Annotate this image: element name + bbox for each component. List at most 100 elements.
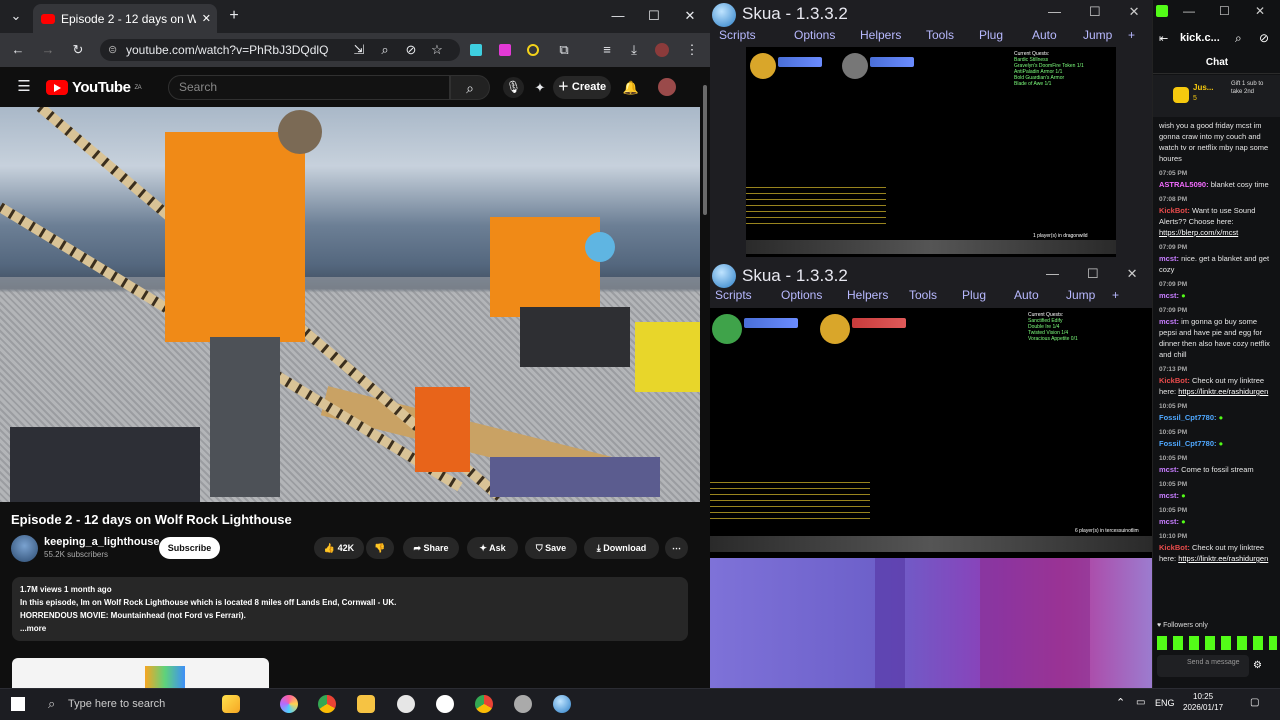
message-user[interactable]: mcst: (1159, 317, 1179, 326)
skua-top-menu-options[interactable]: Options (794, 28, 860, 46)
extension-icon-2[interactable] (499, 44, 511, 56)
kick-close-button[interactable]: ✕ (1255, 4, 1265, 18)
tab-search-icon[interactable]: ⌄ (6, 6, 26, 26)
site-info-icon[interactable]: ⊜ (108, 39, 117, 61)
back-button[interactable]: ← (8, 40, 28, 60)
skua-bottom-menu-plug[interactable]: Plug (962, 288, 1014, 306)
reload-button[interactable]: ↻ (68, 40, 88, 60)
like-button[interactable]: 👍 42K (314, 537, 364, 559)
zoom-icon[interactable]: ⌕ (375, 40, 395, 60)
youtube-account-avatar[interactable] (658, 78, 676, 96)
taskbar-app-icon-1[interactable] (280, 695, 298, 713)
skua-top-menu-jump[interactable]: Jump (1083, 28, 1128, 46)
network-icon[interactable]: ▭ (1136, 697, 1145, 708)
dislike-ghost-icon[interactable]: ✦ (530, 78, 550, 98)
close-window-button[interactable]: ✕ (680, 6, 700, 26)
skua-bottom-minimize-button[interactable]: — (1046, 266, 1059, 282)
game-view-bottom[interactable]: Current Quests: Sanctified Edify Double … (710, 308, 1152, 558)
install-icon[interactable]: ⇲ (349, 40, 369, 60)
show-more-link[interactable]: ...more (20, 622, 680, 635)
voice-search-microphone-icon[interactable]: 🎙 (503, 77, 524, 98)
taskbar-file-explorer-icon[interactable] (357, 695, 375, 713)
youtube-logo[interactable]: YouTube ZA (46, 79, 142, 96)
skua-top-maximize-button[interactable]: ☐ (1089, 4, 1101, 20)
skua-top-menu-helpers[interactable]: Helpers (860, 28, 926, 46)
emote-bar[interactable] (1157, 636, 1277, 650)
tray-overflow-icon[interactable]: ⌃ (1116, 696, 1125, 709)
skua-bottom-menu-helpers[interactable]: Helpers (847, 288, 909, 306)
message-user[interactable]: ASTRAL5090: (1159, 180, 1209, 189)
taskbar-search-input[interactable]: ⌕ Type here to search (40, 690, 218, 718)
skua-top-menu-plug[interactable]: Plug (979, 28, 1032, 46)
game-action-bar-bottom[interactable] (710, 536, 1152, 552)
taskbar-app-icon-2[interactable] (397, 695, 415, 713)
media-controls-icon[interactable]: ≡ (597, 40, 617, 60)
extension-icon-1[interactable] (470, 44, 482, 56)
message-user[interactable]: mcst: (1159, 517, 1179, 526)
skua-bottom-menu-tools[interactable]: Tools (909, 288, 962, 306)
chat-settings-icon[interactable]: ⚙ (1253, 660, 1262, 671)
taskbar-chrome-icon-2[interactable] (475, 695, 493, 713)
forward-button[interactable]: → (38, 40, 58, 60)
related-video-thumbnail[interactable] (12, 658, 269, 688)
download-button[interactable]: ⤓ Download (584, 537, 659, 559)
more-actions-button[interactable]: ⋯ (665, 537, 688, 559)
channel-avatar[interactable] (11, 535, 38, 562)
message-user[interactable]: mcst: (1159, 465, 1179, 474)
taskbar-skua-icon[interactable] (553, 695, 571, 713)
taskbar-app-icon-3[interactable] (436, 695, 454, 713)
scrollbar-thumb[interactable] (703, 85, 707, 215)
skua-bottom-menu-jump[interactable]: Jump (1066, 288, 1112, 306)
taskbar-settings-icon[interactable] (514, 695, 532, 713)
taskbar-chrome-icon[interactable] (318, 695, 336, 713)
skua-top-menu-scripts[interactable]: Scripts (719, 28, 794, 46)
skua-bottom-close-button[interactable]: ✕ (1127, 266, 1138, 282)
skua-top-menu-auto[interactable]: Auto (1032, 28, 1083, 46)
skua-top-menu-tools[interactable]: Tools (926, 28, 979, 46)
message-link[interactable]: https://blerp.com/x/mcst (1159, 228, 1238, 237)
windows-start-icon[interactable] (11, 697, 25, 711)
message-user[interactable]: mcst: (1159, 291, 1179, 300)
kick-eye-off-icon[interactable]: ⊘ (1259, 31, 1269, 45)
video-player[interactable] (0, 107, 700, 502)
message-user[interactable]: KickBot: (1159, 206, 1190, 215)
skua-top-menu-add[interactable]: + (1128, 28, 1135, 46)
language-indicator[interactable]: ENG (1155, 698, 1175, 708)
chrome-menu-icon[interactable]: ⋮ (682, 40, 702, 60)
video-description[interactable]: 1.7M views 1 month ago In this episode, … (12, 577, 688, 641)
subscribe-button[interactable]: Subscribe (159, 537, 220, 559)
share-button[interactable]: ➦ Share (403, 537, 459, 559)
create-button[interactable]: ＋ Create (553, 76, 611, 99)
message-link[interactable]: https://linktr.ee/rashidurgen (1178, 387, 1268, 396)
notifications-bell-icon[interactable]: 🔔 (621, 78, 641, 98)
youtube-search-input[interactable]: Search (168, 75, 450, 100)
skua-bottom-menu-add[interactable]: + (1112, 288, 1119, 306)
skua-top-close-button[interactable]: ✕ (1129, 4, 1140, 20)
eye-off-icon[interactable]: ⊘ (401, 40, 421, 60)
message-user[interactable]: Fossil_Cpt7780: (1159, 439, 1217, 448)
message-user[interactable]: mcst: (1159, 491, 1179, 500)
save-button[interactable]: ⛉ Save (525, 537, 577, 559)
notifications-icon[interactable]: ▢ (1250, 697, 1259, 708)
chat-message-input[interactable]: Send a message (1157, 655, 1249, 677)
extensions-puzzle-icon[interactable]: ⧉ (554, 40, 574, 60)
skua-bottom-menu-auto[interactable]: Auto (1014, 288, 1066, 306)
skua-bottom-menu-options[interactable]: Options (781, 288, 847, 306)
taskbar-clock[interactable]: 10:25 2026/01/17 (1183, 691, 1223, 713)
kick-search-icon[interactable]: ⌕ (1235, 31, 1242, 46)
close-tab-icon[interactable]: ✕ (202, 12, 211, 25)
message-link[interactable]: https://linktr.ee/rashidurgen (1178, 554, 1268, 563)
download-icon[interactable]: ⤓ (624, 40, 644, 60)
bookmark-star-icon[interactable]: ☆ (427, 40, 447, 60)
game-view-top[interactable]: Current Quests: Bardic Stillness Gravely… (746, 47, 1116, 257)
taskbar-widget-icon[interactable] (222, 695, 240, 713)
minimize-button[interactable]: — (608, 6, 628, 26)
dislike-button[interactable]: 👎 (366, 537, 394, 559)
skua-bottom-maximize-button[interactable]: ☐ (1087, 266, 1099, 282)
kick-maximize-button[interactable]: ☐ (1219, 4, 1230, 18)
skua-top-minimize-button[interactable]: — (1048, 4, 1061, 20)
message-user[interactable]: KickBot: (1159, 376, 1190, 385)
new-tab-button[interactable]: + (224, 6, 244, 26)
extension-icon-3[interactable] (527, 44, 539, 56)
message-user[interactable]: mcst: (1159, 254, 1179, 263)
